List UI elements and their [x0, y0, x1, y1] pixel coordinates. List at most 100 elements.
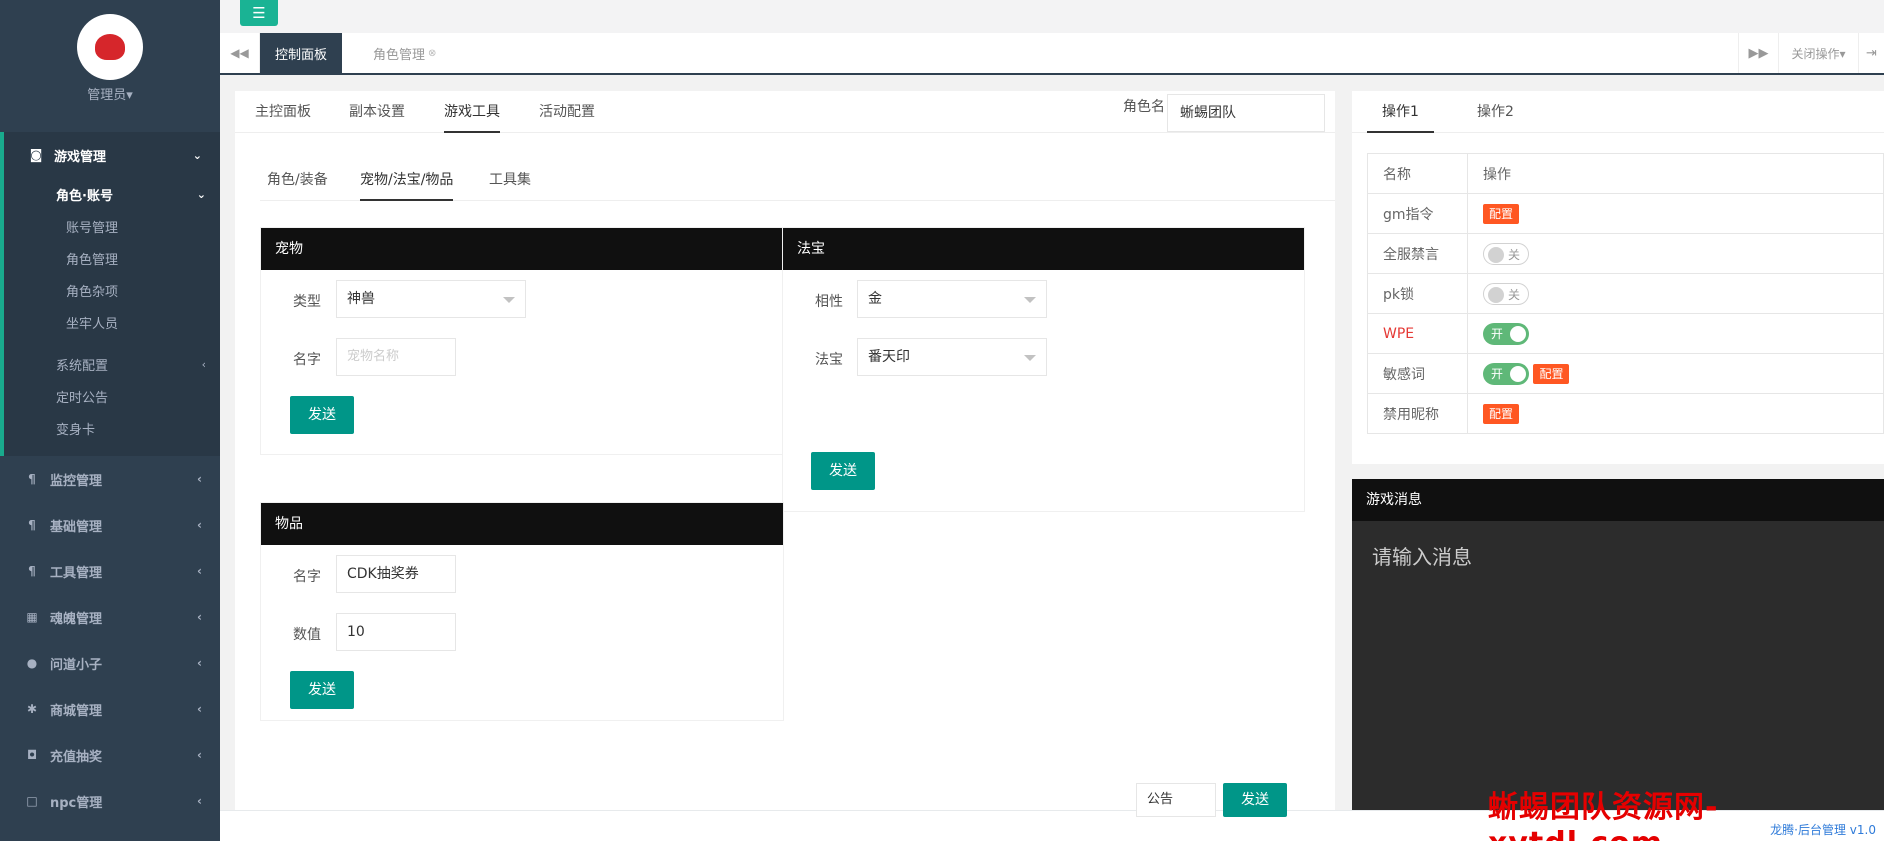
role-name-input[interactable]: 蜥蜴团队 [1167, 94, 1325, 132]
table-row: 全服禁言 关 [1367, 233, 1884, 274]
treasure-panel: 法宝 相性 金 法宝 番天印 发送 [782, 227, 1305, 512]
logo-icon [95, 34, 125, 60]
select-value: 金 [868, 291, 882, 307]
nickname-config-button[interactable]: 配置 [1483, 403, 1520, 424]
sensitive-word-toggle[interactable]: 开 [1483, 362, 1529, 385]
close-ops-dropdown[interactable]: 关闭操作▾ [1778, 33, 1858, 73]
logout-icon[interactable]: ⇥ [1858, 33, 1884, 73]
row-name: 敏感词 [1367, 353, 1468, 394]
tab-op2[interactable]: 操作2 [1477, 91, 1514, 133]
pet-send-button[interactable]: 发送 [290, 396, 354, 434]
sidebar-item-monitor[interactable]: ¶ 监控管理 ‹ [0, 456, 220, 502]
square-icon: □ [26, 794, 38, 808]
chevron-left-icon: ‹ [197, 656, 202, 670]
sidebar-item-role-mgmt[interactable]: 角色管理 [4, 242, 220, 274]
sidebar-item-jailed[interactable]: 坐牢人员 [4, 306, 220, 338]
chevron-left-icon: ‹ [197, 564, 202, 578]
avatar[interactable] [77, 14, 143, 80]
treasure-panel-title: 法宝 [783, 228, 1304, 270]
row-name: 全服禁言 [1367, 233, 1468, 274]
sidebar-item-role-misc[interactable]: 角色杂项 [4, 274, 220, 306]
sensitive-config-button[interactable]: 配置 [1533, 363, 1570, 384]
chevron-left-icon: ‹ [197, 472, 202, 486]
treasure-send-button[interactable]: 发送 [811, 452, 875, 490]
item-name-input[interactable]: CDK抽奖券 [336, 555, 456, 593]
admin-menu[interactable]: 管理员▾ [0, 84, 220, 103]
gamepad-icon: ◙ [29, 147, 43, 163]
tab-game-tools[interactable]: 游戏工具 [444, 91, 500, 133]
wpe-toggle[interactable]: 开 [1483, 322, 1529, 345]
cutlery-icon: ¶ [28, 472, 36, 486]
chevron-down-icon: ⌄ [192, 148, 202, 162]
cutlery-icon: ¶ [28, 564, 36, 578]
tab-toolset[interactable]: 工具集 [489, 159, 531, 201]
sidebar-item-role-account[interactable]: 角色·账号 ⌄ [4, 178, 220, 210]
operations-panel: 操作1 操作2 名称 操作 gm指令 配置 全服禁言关 pk锁关 WPE 开 敏感词开… [1352, 91, 1884, 464]
sidebar-item-account-mgmt[interactable]: 账号管理 [4, 210, 220, 242]
sidebar-item-game-mgmt[interactable]: ◙ 游戏管理 ⌄ [4, 132, 220, 178]
pet-name-label: 名字 [293, 352, 321, 368]
chevron-left-icon: ‹ [197, 702, 202, 716]
tab-role-mgmt[interactable]: 角色管理 ⊗ [358, 33, 451, 73]
close-icon[interactable]: ⊗ [428, 48, 436, 59]
sidebar-item-basic[interactable]: ¶ 基础管理 ‹ [0, 502, 220, 548]
row-name: WPE [1367, 313, 1468, 354]
chevron-down-icon: ⌄ [196, 187, 206, 201]
toggle-text: 开 [1491, 326, 1504, 341]
menu-toggle-button[interactable]: ☰ [240, 0, 278, 26]
tab-activity[interactable]: 活动配置 [539, 91, 595, 133]
tab-label: 角色管理 [373, 47, 426, 63]
tab-dashboard[interactable]: 控制面板 [260, 33, 343, 73]
treasure-attr-select[interactable]: 金 [857, 280, 1047, 318]
sidebar-item-label: 魂魄管理 [50, 611, 103, 627]
message-textarea[interactable]: 请输入消息 [1372, 541, 1472, 570]
sidebar-item-timed-notice[interactable]: 定时公告 [4, 380, 220, 412]
pet-name-input[interactable]: 宠物名称 [336, 338, 456, 376]
sub-tabs: 角色/装备 宠物/法宝/物品 工具集 [260, 159, 1335, 201]
tab-op1[interactable]: 操作1 [1367, 91, 1434, 133]
item-name-label: 名字 [293, 569, 321, 585]
treasure-name-select[interactable]: 番天印 [857, 338, 1047, 376]
caret-down-icon [503, 297, 515, 303]
sidebar-item-shop[interactable]: ✱ 商城管理 ‹ [0, 686, 220, 732]
sidebar-item-system-config[interactable]: 系统配置 ‹ [4, 348, 220, 380]
sidebar-item-wendao[interactable]: ● 问道小子 ‹ [0, 640, 220, 686]
sidebar: 管理员▾ ◙ 游戏管理 ⌄ 角色·账号 ⌄ 账号管理 角色管理 角色杂项 坐牢人… [0, 0, 220, 841]
sidebar-item-label: 监控管理 [50, 473, 103, 489]
pk-lock-toggle[interactable]: 关 [1483, 282, 1529, 305]
message-type-select[interactable]: 公告 [1136, 783, 1216, 817]
mute-all-toggle[interactable]: 关 [1483, 242, 1529, 265]
select-value: 神兽 [347, 291, 375, 307]
topbar: ☰ [220, 0, 1884, 33]
toggle-knob [1510, 365, 1526, 382]
pet-type-select[interactable]: 神兽 [336, 280, 526, 318]
col-op-header: 操作 [1467, 153, 1884, 194]
chevron-left-icon: ‹ [201, 357, 206, 371]
sidebar-item-soul[interactable]: ▦ 魂魄管理 ‹ [0, 594, 220, 640]
tab-instance[interactable]: 副本设置 [349, 91, 405, 133]
sidebar-item-label: 充值抽奖 [50, 749, 103, 765]
gear-icon: ✱ [26, 702, 38, 716]
sidebar-item-transform-card[interactable]: 变身卡 [4, 412, 220, 444]
sidebar-item-label: 角色·账号 [56, 188, 113, 204]
table-header-row: 名称 操作 [1367, 153, 1884, 194]
tab-role-equip[interactable]: 角色/装备 [267, 159, 328, 201]
item-qty-input[interactable]: 10 [336, 613, 456, 651]
watermark: 蜥蜴团队资源网-xytdl.com [1488, 790, 1719, 841]
item-panel: 物品 名字 CDK抽奖券 数值 10 发送 [260, 502, 784, 721]
sidebar-item-recharge[interactable]: ◘ 充值抽奖 ‹ [0, 732, 220, 778]
sidebar-item-npc[interactable]: □ npc管理 ‹ [0, 778, 220, 824]
tab-pet-treasure-item[interactable]: 宠物/法宝/物品 [360, 159, 454, 201]
scroll-left-icon[interactable]: ◀◀ [220, 33, 260, 73]
pet-panel-title: 宠物 [261, 228, 783, 270]
gm-config-button[interactable]: 配置 [1483, 203, 1520, 224]
sidebar-item-tools[interactable]: ¶ 工具管理 ‹ [0, 548, 220, 594]
message-send-button[interactable]: 发送 [1223, 783, 1287, 817]
item-send-button[interactable]: 发送 [290, 671, 354, 709]
main-panel: 主控面板 副本设置 游戏工具 活动配置 角色名 蜥蜴团队 角色/装备 宠物/法宝… [235, 91, 1335, 810]
scroll-right-icon[interactable]: ▶▶ [1738, 33, 1778, 73]
chevron-left-icon: ‹ [197, 794, 202, 808]
tab-main-dashboard[interactable]: 主控面板 [255, 91, 311, 133]
row-name: 禁用昵称 [1367, 393, 1468, 434]
main-tabs: 主控面板 副本设置 游戏工具 活动配置 角色名 蜥蜴团队 [235, 91, 1335, 133]
